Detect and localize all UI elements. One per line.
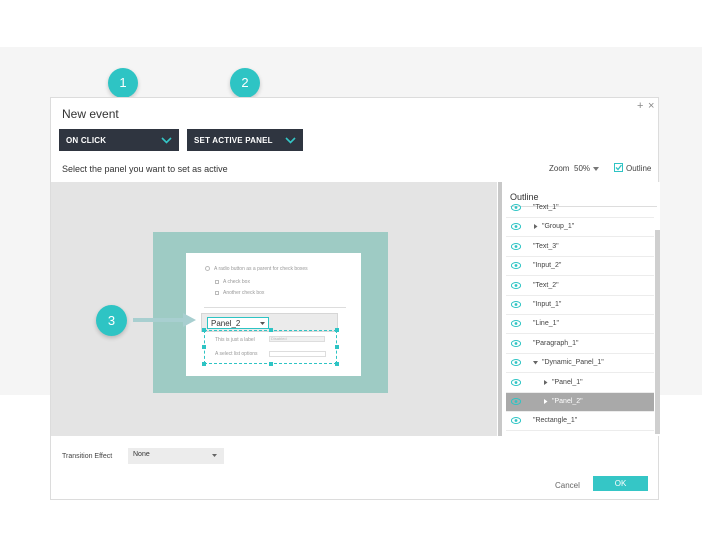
outline-item-label: "Rectangle_1" <box>533 417 578 425</box>
preview-label-text: This is just a label <box>215 337 255 343</box>
outline-item[interactable]: "Panel_2" <box>506 393 654 412</box>
eye-icon[interactable] <box>511 339 521 347</box>
trigger-dropdown[interactable]: ON CLICK <box>59 129 179 151</box>
outline-item[interactable]: "Group_1" <box>506 218 654 238</box>
arrow-right-icon <box>133 313 196 327</box>
caret-down-icon[interactable] <box>593 167 599 171</box>
outline-item-label: "Input_2" <box>533 262 562 270</box>
eye-icon[interactable] <box>511 223 521 231</box>
outline-checkbox-label: Outline <box>626 164 652 173</box>
eye-icon[interactable] <box>511 262 521 270</box>
zoom-label: Zoom <box>549 164 570 173</box>
eye-icon[interactable] <box>511 242 521 250</box>
outline-item[interactable]: "Text_2" <box>506 277 654 296</box>
dialog-title: New event <box>62 107 119 121</box>
caret-down-icon <box>212 454 217 457</box>
preview-input-placeholder: Disabled <box>271 336 287 341</box>
zoom-select[interactable]: 50% <box>574 164 590 173</box>
selection-handle[interactable] <box>335 345 339 349</box>
chevron-down-icon <box>161 137 172 144</box>
radio-icon <box>205 266 210 271</box>
outline-panel: Outline "Text_1" "Group_1" "Text_3" "Input_… <box>506 182 660 436</box>
preview-check-label: A check box <box>223 279 250 285</box>
outline-item-label: "Paragraph_1" <box>533 339 579 347</box>
chevron-down-icon <box>285 137 296 144</box>
outline-item[interactable]: "Text_3" <box>506 238 654 257</box>
outline-item-label: "Panel_1" <box>552 378 583 386</box>
check-icon <box>615 164 622 171</box>
cancel-button[interactable]: Cancel <box>555 481 580 490</box>
outline-item-label: "Dynamic_Panel_1" <box>542 359 604 367</box>
eye-icon[interactable] <box>511 281 521 289</box>
outline-item[interactable]: "Panel_1" <box>506 374 654 393</box>
preview-radio-label: A radio button as a parent for check box… <box>214 266 308 272</box>
outline-checkbox[interactable] <box>614 163 623 172</box>
selection-handle[interactable] <box>202 328 206 332</box>
preview-check-label: Another check box <box>223 290 265 296</box>
outline-item[interactable]: "Rectangle_1" <box>506 412 654 432</box>
expand-right-icon[interactable] <box>533 224 538 230</box>
preview-list-label: A select list options <box>215 351 258 357</box>
outline-item-label: "Group_1" <box>542 223 575 231</box>
eye-icon[interactable] <box>511 398 521 405</box>
preview-select-list <box>269 351 326 357</box>
outline-item[interactable]: "Input_2" <box>506 257 654 277</box>
instruction-text: Select the panel you want to set as acti… <box>62 164 228 174</box>
step-marker-2: 2 <box>230 68 260 98</box>
outline-item[interactable]: "Paragraph_1" <box>506 335 654 354</box>
selection-handle[interactable] <box>269 362 273 366</box>
outline-item-label: "Text_2" <box>533 281 559 289</box>
preview-divider <box>204 307 346 308</box>
expand-right-icon[interactable] <box>543 379 548 385</box>
expand-right-icon[interactable] <box>543 399 548 404</box>
expand-down-icon[interactable] <box>533 360 538 365</box>
eye-icon[interactable] <box>511 204 521 211</box>
action-dropdown-label: SET ACTIVE PANEL <box>194 136 273 145</box>
eye-icon[interactable] <box>511 320 521 328</box>
selection-handle[interactable] <box>335 328 339 332</box>
dynamic-panel-selection[interactable]: This is just a label Disabled A select l… <box>204 330 337 364</box>
eye-icon[interactable] <box>511 359 521 367</box>
new-event-dialog: New event + × ON CLICK SET ACTIVE PANEL … <box>50 97 660 500</box>
eye-icon[interactable] <box>511 301 521 308</box>
eye-icon[interactable] <box>511 417 521 425</box>
selection-handle[interactable] <box>202 362 206 366</box>
ok-button[interactable]: OK <box>593 476 648 491</box>
outline-item-label: "Text_3" <box>533 242 559 250</box>
checkbox-icon <box>215 291 219 295</box>
page-sheet: A radio button as a parent for check box… <box>186 253 361 376</box>
transition-effect-select[interactable]: None <box>128 448 224 464</box>
outline-item-label: "Panel_2" <box>552 398 583 405</box>
panel-select-dropdown[interactable]: Panel_2 <box>207 317 269 329</box>
panel-divider[interactable] <box>498 182 502 436</box>
trigger-dropdown-label: ON CLICK <box>66 136 107 145</box>
selection-handle[interactable] <box>335 362 339 366</box>
step-marker-3: 3 <box>96 305 127 336</box>
selection-handle[interactable] <box>202 345 206 349</box>
action-dropdown[interactable]: SET ACTIVE PANEL <box>187 129 303 151</box>
outline-item-label: "Text_1" <box>533 204 559 211</box>
outline-item[interactable]: "Text_1" <box>506 199 654 218</box>
outline-scrollbar[interactable] <box>655 230 660 434</box>
selection-handle[interactable] <box>269 328 273 332</box>
outline-item[interactable]: "Line_1" <box>506 315 654 335</box>
outline-item-label: "Line_1" <box>533 320 559 328</box>
outline-item-label: "Input_1" <box>533 301 562 308</box>
outline-item[interactable]: "Dynamic_Panel_1" <box>506 354 654 374</box>
eye-icon[interactable] <box>511 378 521 386</box>
add-icon[interactable]: + <box>637 100 643 112</box>
close-icon[interactable]: × <box>648 100 654 112</box>
transition-effect-label: Transition Effect <box>62 453 113 460</box>
caret-down-icon <box>260 322 265 325</box>
step-marker-1: 1 <box>108 68 138 98</box>
panel-select-value: Panel_2 <box>211 319 241 328</box>
checkbox-icon <box>215 280 219 284</box>
outline-item[interactable]: "Input_1" <box>506 296 654 315</box>
transition-effect-value: None <box>133 451 150 458</box>
